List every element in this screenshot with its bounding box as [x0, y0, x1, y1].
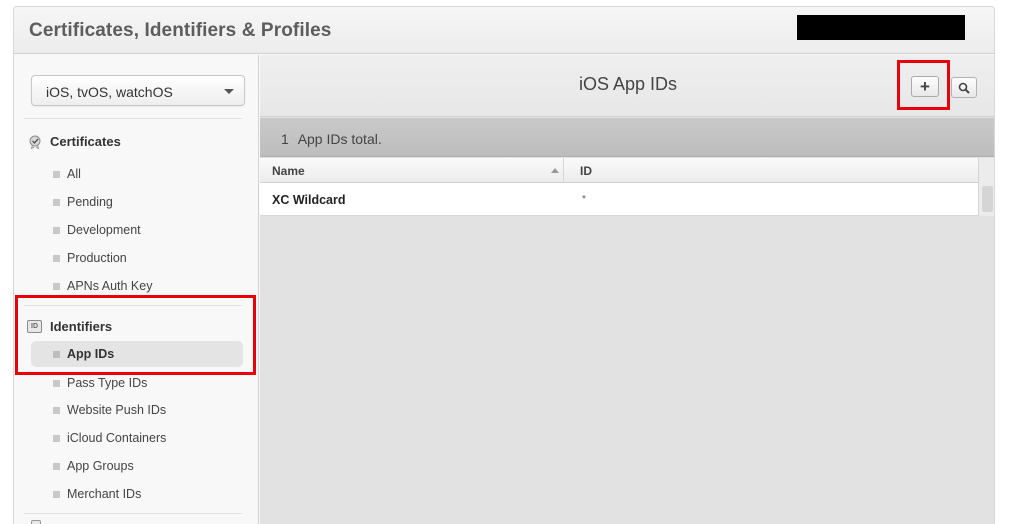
- sidebar: iOS, tvOS, watchOS Certificates All Pend…: [14, 55, 259, 524]
- bullet-icon: [53, 171, 60, 178]
- main-panel: iOS App IDs + 1 App IDs total. Name ID X…: [260, 55, 994, 524]
- sidebar-item-label: Website Push IDs: [67, 403, 167, 417]
- bullet-icon: [53, 255, 60, 262]
- platform-select-value: iOS, tvOS, watchOS: [46, 84, 173, 100]
- window: Certificates, Identifiers & Profiles iOS…: [13, 6, 995, 524]
- id-icon: ID: [27, 320, 42, 333]
- sidebar-item-label: Pending: [67, 195, 113, 209]
- sidebar-divider: [24, 513, 242, 514]
- scrollbar-thumb[interactable]: [982, 186, 993, 212]
- table-header: Name ID: [260, 158, 978, 183]
- count-bar: 1 App IDs total.: [260, 118, 994, 157]
- sidebar-item-merchant-ids[interactable]: Merchant IDs: [31, 481, 243, 507]
- section-certificates-label: Certificates: [50, 134, 121, 149]
- sidebar-item-label: All: [67, 167, 81, 181]
- sidebar-divider: [24, 118, 242, 119]
- certificate-icon: [27, 135, 42, 149]
- sidebar-item-app-groups[interactable]: App Groups: [31, 453, 243, 479]
- bullet-icon: [53, 463, 60, 470]
- bullet-icon: [53, 283, 60, 290]
- app-ids-table: Name ID XC Wildcard *: [260, 158, 978, 216]
- column-header-label: Name: [272, 163, 305, 178]
- sidebar-item-label: APNs Auth Key: [67, 279, 153, 293]
- table-row[interactable]: XC Wildcard *: [260, 184, 978, 216]
- sidebar-item-label: iCloud Containers: [67, 431, 167, 445]
- sidebar-item-pass-type-ids[interactable]: Pass Type IDs: [31, 370, 243, 396]
- sidebar-item-all[interactable]: All: [31, 161, 243, 187]
- bullet-icon: [53, 199, 60, 206]
- sidebar-item-label: Pass Type IDs: [67, 376, 148, 390]
- column-header-label: ID: [580, 163, 592, 178]
- sidebar-item-apns-auth-key[interactable]: APNs Auth Key: [31, 273, 243, 299]
- bullet-icon: [53, 380, 60, 387]
- sidebar-item-website-push-ids[interactable]: Website Push IDs: [31, 397, 243, 423]
- profile-icon: [31, 520, 41, 524]
- sidebar-item-production[interactable]: Production: [31, 245, 243, 271]
- sidebar-item-icloud-containers[interactable]: iCloud Containers: [31, 425, 243, 451]
- bullet-icon: [53, 351, 60, 358]
- column-header-id[interactable]: ID: [565, 158, 978, 183]
- bullet-icon: [53, 491, 60, 498]
- sidebar-item-development[interactable]: Development: [31, 217, 243, 243]
- cell-name: XC Wildcard: [272, 192, 346, 207]
- bullet-icon: [53, 407, 60, 414]
- sidebar-item-label: Merchant IDs: [67, 487, 142, 501]
- bullet-icon: [53, 227, 60, 234]
- section-identifiers-label: Identifiers: [50, 319, 113, 334]
- app-id-count: 1 App IDs total.: [281, 131, 382, 147]
- sidebar-item-label: Development: [67, 223, 141, 237]
- sidebar-item-pending[interactable]: Pending: [31, 189, 243, 215]
- section-certificates[interactable]: Certificates: [27, 134, 121, 149]
- sidebar-item-label: App IDs: [67, 347, 115, 361]
- app-id-count-label: App IDs total.: [297, 131, 382, 147]
- platform-select[interactable]: iOS, tvOS, watchOS: [31, 75, 245, 106]
- bullet-icon: [53, 435, 60, 442]
- plus-icon: +: [920, 77, 930, 96]
- section-identifiers[interactable]: ID Identifiers: [27, 319, 112, 334]
- chevron-down-icon: [224, 89, 234, 94]
- main-header: iOS App IDs +: [260, 55, 994, 117]
- column-header-name[interactable]: Name: [260, 158, 564, 183]
- sidebar-item-label: Production: [67, 251, 127, 265]
- app-title: Certificates, Identifiers & Profiles: [29, 20, 332, 41]
- sidebar-item-app-ids[interactable]: App IDs: [31, 341, 243, 367]
- title-bar: Certificates, Identifiers & Profiles: [14, 7, 994, 54]
- sidebar-item-label: App Groups: [67, 459, 134, 473]
- sort-ascending-icon: [551, 168, 559, 173]
- search-button[interactable]: [951, 77, 977, 98]
- page-title: iOS App IDs: [578, 74, 678, 94]
- sidebar-divider: [24, 305, 242, 306]
- add-app-id-button[interactable]: +: [911, 76, 939, 97]
- cell-id: *: [582, 194, 586, 205]
- table-scrollbar[interactable]: [978, 158, 994, 216]
- search-icon: [958, 82, 970, 94]
- app-id-count-number: 1: [281, 131, 289, 147]
- redacted-account-block: [797, 15, 965, 40]
